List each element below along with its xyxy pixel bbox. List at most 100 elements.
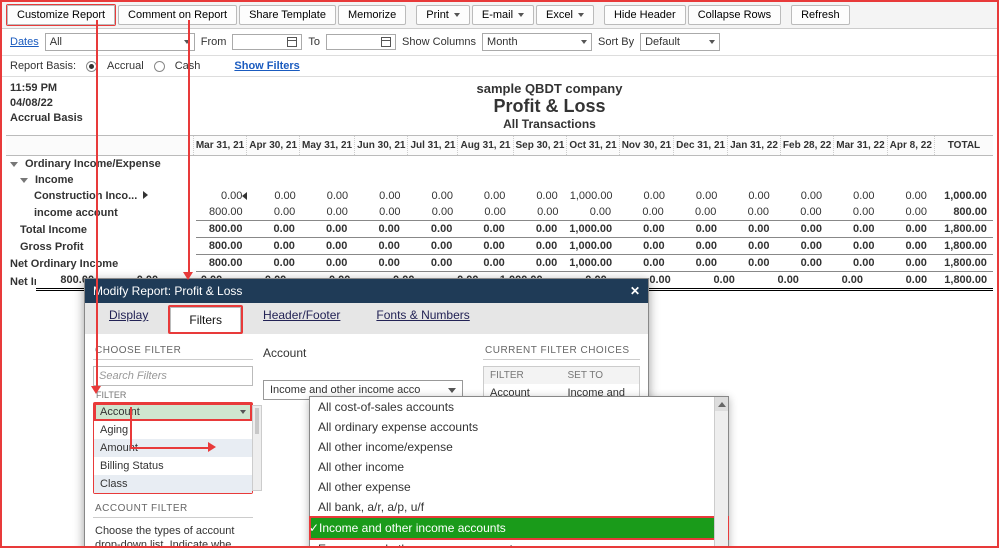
tab-fonts-numbers[interactable]: Fonts & Numbers (358, 303, 487, 334)
annotation-arrow (130, 447, 210, 449)
memorize-button[interactable]: Memorize (338, 5, 406, 25)
row-income[interactable]: Income (6, 172, 993, 188)
dd-option[interactable]: All other expense (310, 477, 728, 497)
report-time: 11:59 PM (10, 81, 150, 96)
dd-option[interactable]: All other income (310, 457, 728, 477)
report-basis-label: Report Basis: (10, 60, 76, 72)
report-date: 04/08/22 (10, 96, 150, 111)
sort-by-select[interactable]: Default (640, 33, 720, 51)
print-button[interactable]: Print (416, 5, 470, 25)
row-gross-profit: Gross Profit 800.00 0.00 0.00 0.00 0.00 … (6, 238, 993, 255)
collapse-rows-button[interactable]: Collapse Rows (688, 5, 781, 25)
col-header[interactable]: Sep 30, 21 (513, 136, 567, 155)
col-header-total: TOTAL (934, 136, 993, 155)
annotation-arrow (96, 20, 98, 388)
accrual-label: Accrual (107, 60, 144, 72)
search-filters-input[interactable]: Search Filters (93, 366, 253, 386)
to-date-input[interactable] (326, 34, 396, 50)
col-header[interactable]: Mar 31, 22 (833, 136, 886, 155)
from-date-input[interactable] (232, 34, 302, 50)
cf-col-filter: FILTER (484, 367, 562, 384)
scroll-up-icon[interactable] (715, 397, 728, 411)
annotation-arrowhead-icon (183, 272, 193, 280)
dd-option-selected[interactable]: Income and other income accounts (310, 517, 728, 539)
excel-button[interactable]: Excel (536, 5, 594, 25)
collapse-icon[interactable] (10, 162, 18, 167)
scrollbar[interactable] (714, 397, 728, 548)
scrollbar[interactable] (252, 405, 262, 491)
comment-report-button[interactable]: Comment on Report (118, 5, 237, 25)
row-income-account[interactable]: income account 800.00 0.00 0.00 0.00 0.0… (6, 204, 993, 221)
show-columns-label: Show Columns (402, 36, 476, 48)
report-subtitle: All Transactions (150, 117, 949, 131)
account-filter-heading: ACCOUNT FILTER (93, 500, 253, 518)
email-button[interactable]: E-mail (472, 5, 534, 25)
filter-item-class[interactable]: Class (94, 475, 252, 493)
current-filter-heading: CURRENT FILTER CHOICES (483, 342, 640, 360)
calendar-icon (287, 37, 297, 47)
arrow-left-icon (242, 192, 247, 200)
col-header[interactable]: Jun 30, 21 (354, 136, 407, 155)
calendar-icon (381, 37, 391, 47)
tab-display[interactable]: Display (91, 303, 166, 334)
account-label: Account (263, 342, 463, 364)
close-icon[interactable]: ✕ (630, 284, 640, 298)
company-name: sample QBDT company (150, 81, 949, 96)
dialog-titlebar[interactable]: Modify Report: Profit & Loss ✕ (85, 279, 648, 303)
sort-by-label: Sort By (598, 36, 634, 48)
annotation-arrowhead-icon (91, 386, 101, 394)
account-filter-hint: Choose the types of account drop-down li… (93, 518, 253, 548)
hide-header-button[interactable]: Hide Header (604, 5, 686, 25)
dd-option[interactable]: Expense and other expense accounts (310, 539, 728, 548)
row-net-ordinary-income: Net Ordinary Income 800.00 0.00 0.00 0.0… (6, 255, 993, 272)
cf-col-setto: SET TO (562, 367, 640, 384)
report-basis-text: Accrual Basis (10, 111, 150, 126)
dates-select[interactable]: All (45, 33, 195, 51)
col-header[interactable]: Dec 31, 21 (673, 136, 727, 155)
row-oie[interactable]: Ordinary Income/Expense (6, 156, 993, 172)
report-toolbar: Customize Report Comment on Report Share… (2, 2, 997, 29)
dates-label[interactable]: Dates (10, 36, 39, 48)
filter-item-billing-status[interactable]: Billing Status (94, 457, 252, 475)
collapse-icon[interactable] (20, 178, 28, 183)
cash-radio[interactable] (154, 61, 165, 72)
col-header[interactable]: Feb 28, 22 (780, 136, 833, 155)
from-label: From (201, 36, 227, 48)
annotation-arrowhead-icon (208, 442, 216, 452)
col-header[interactable]: Aug 31, 21 (457, 136, 512, 155)
col-header[interactable]: Apr 30, 21 (246, 136, 299, 155)
report-basis-row: Report Basis: Accrual Cash Show Filters (2, 56, 997, 77)
col-header[interactable]: May 31, 21 (299, 136, 354, 155)
col-header[interactable]: Nov 30, 21 (619, 136, 673, 155)
annotation-arrow (188, 20, 190, 274)
col-header[interactable]: Apr 8, 22 (887, 136, 934, 155)
share-template-button[interactable]: Share Template (239, 5, 336, 25)
col-header[interactable]: Jul 31, 21 (407, 136, 457, 155)
row-total-income: Total Income 800.00 0.00 0.00 0.00 0.00 … (6, 221, 993, 238)
col-header[interactable]: Mar 31, 21 (193, 136, 246, 155)
dialog-title: Modify Report: Profit & Loss (93, 284, 242, 298)
annotation-arrow (130, 407, 132, 447)
report-grid: Mar 31, 21 Apr 30, 21 May 31, 21 Jun 30,… (2, 135, 997, 291)
tab-filters[interactable]: Filters (170, 307, 241, 332)
dd-option[interactable]: All cost-of-sales accounts (310, 397, 728, 417)
col-header[interactable]: Oct 31, 21 (566, 136, 618, 155)
drill-icon (140, 190, 148, 202)
filter-subheading: FILTER (93, 388, 253, 402)
show-columns-select[interactable]: Month (482, 33, 592, 51)
dd-option[interactable]: All ordinary expense accounts (310, 417, 728, 437)
date-filter-row: Dates All From To Show Columns Month Sor… (2, 29, 997, 56)
customize-report-button[interactable]: Customize Report (7, 5, 115, 25)
refresh-button[interactable]: Refresh (791, 5, 850, 25)
choose-filter-heading: CHOOSE FILTER (93, 342, 253, 360)
show-filters-link[interactable]: Show Filters (234, 60, 299, 72)
col-header[interactable]: Jan 31, 22 (727, 136, 780, 155)
report-title: Profit & Loss (150, 96, 949, 117)
row-construction[interactable]: Construction Inco... 0.00 0.00 0.00 0.00… (6, 188, 993, 204)
tab-header-footer[interactable]: Header/Footer (245, 303, 358, 334)
filter-item-aging[interactable]: Aging (94, 421, 252, 439)
dd-option[interactable]: All other income/expense (310, 437, 728, 457)
dd-option[interactable]: All bank, a/r, a/p, u/f (310, 497, 728, 517)
dialog-tabs: Display Filters Header/Footer Fonts & Nu… (85, 303, 648, 334)
filter-item-account[interactable]: Account (94, 403, 252, 421)
